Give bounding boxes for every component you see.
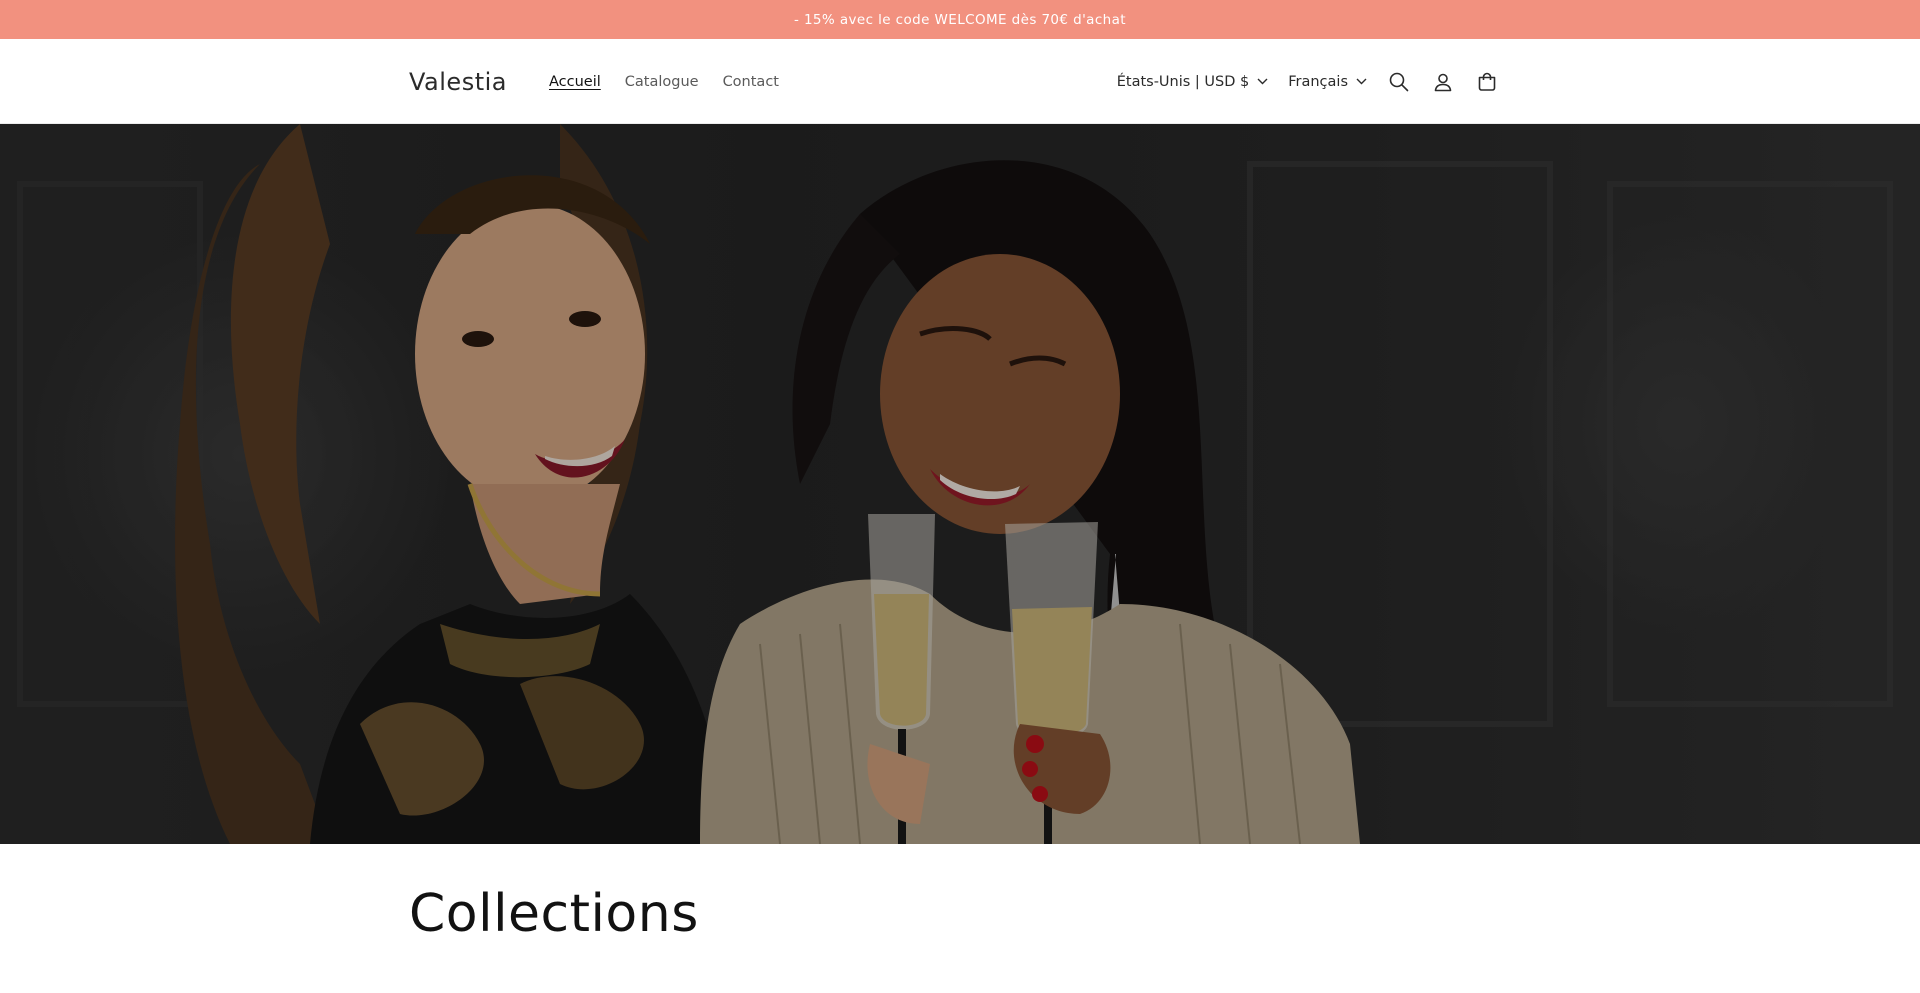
announcement-text: - 15% avec le code WELCOME dès 70€ d'ach… <box>793 11 1126 28</box>
search-icon <box>1389 72 1409 91</box>
site-header: Valestia Accueil Catalogue Contact États… <box>0 39 1920 124</box>
account-button[interactable] <box>1421 60 1465 104</box>
header-inner: Valestia Accueil Catalogue Contact États… <box>409 39 1509 124</box>
store-logo[interactable]: Valestia <box>409 68 507 96</box>
announcement-bar: - 15% avec le code WELCOME dès 70€ d'ach… <box>0 0 1920 39</box>
hero-image <box>0 124 1920 844</box>
collections-section: Collections <box>0 844 1920 993</box>
language-label: Français <box>1288 73 1348 90</box>
main-nav: Accueil Catalogue Contact <box>537 74 791 90</box>
nav-link-accueil[interactable]: Accueil <box>537 74 613 90</box>
cart-button[interactable] <box>1465 60 1509 104</box>
nav-link-catalogue[interactable]: Catalogue <box>613 74 711 90</box>
search-button[interactable] <box>1377 60 1421 104</box>
collections-title: Collections <box>409 884 699 944</box>
chevron-down-icon <box>1356 78 1367 85</box>
hero-banner <box>0 124 1920 844</box>
nav-link-contact[interactable]: Contact <box>711 74 791 90</box>
cart-icon <box>1478 72 1496 91</box>
country-currency-selector[interactable]: États-Unis | USD $ <box>1107 74 1279 90</box>
header-actions: États-Unis | USD $ Français <box>1107 60 1509 104</box>
language-selector[interactable]: Français <box>1278 74 1377 90</box>
chevron-down-icon <box>1257 78 1268 85</box>
account-icon <box>1434 73 1452 91</box>
country-currency-label: États-Unis | USD $ <box>1116 73 1250 90</box>
